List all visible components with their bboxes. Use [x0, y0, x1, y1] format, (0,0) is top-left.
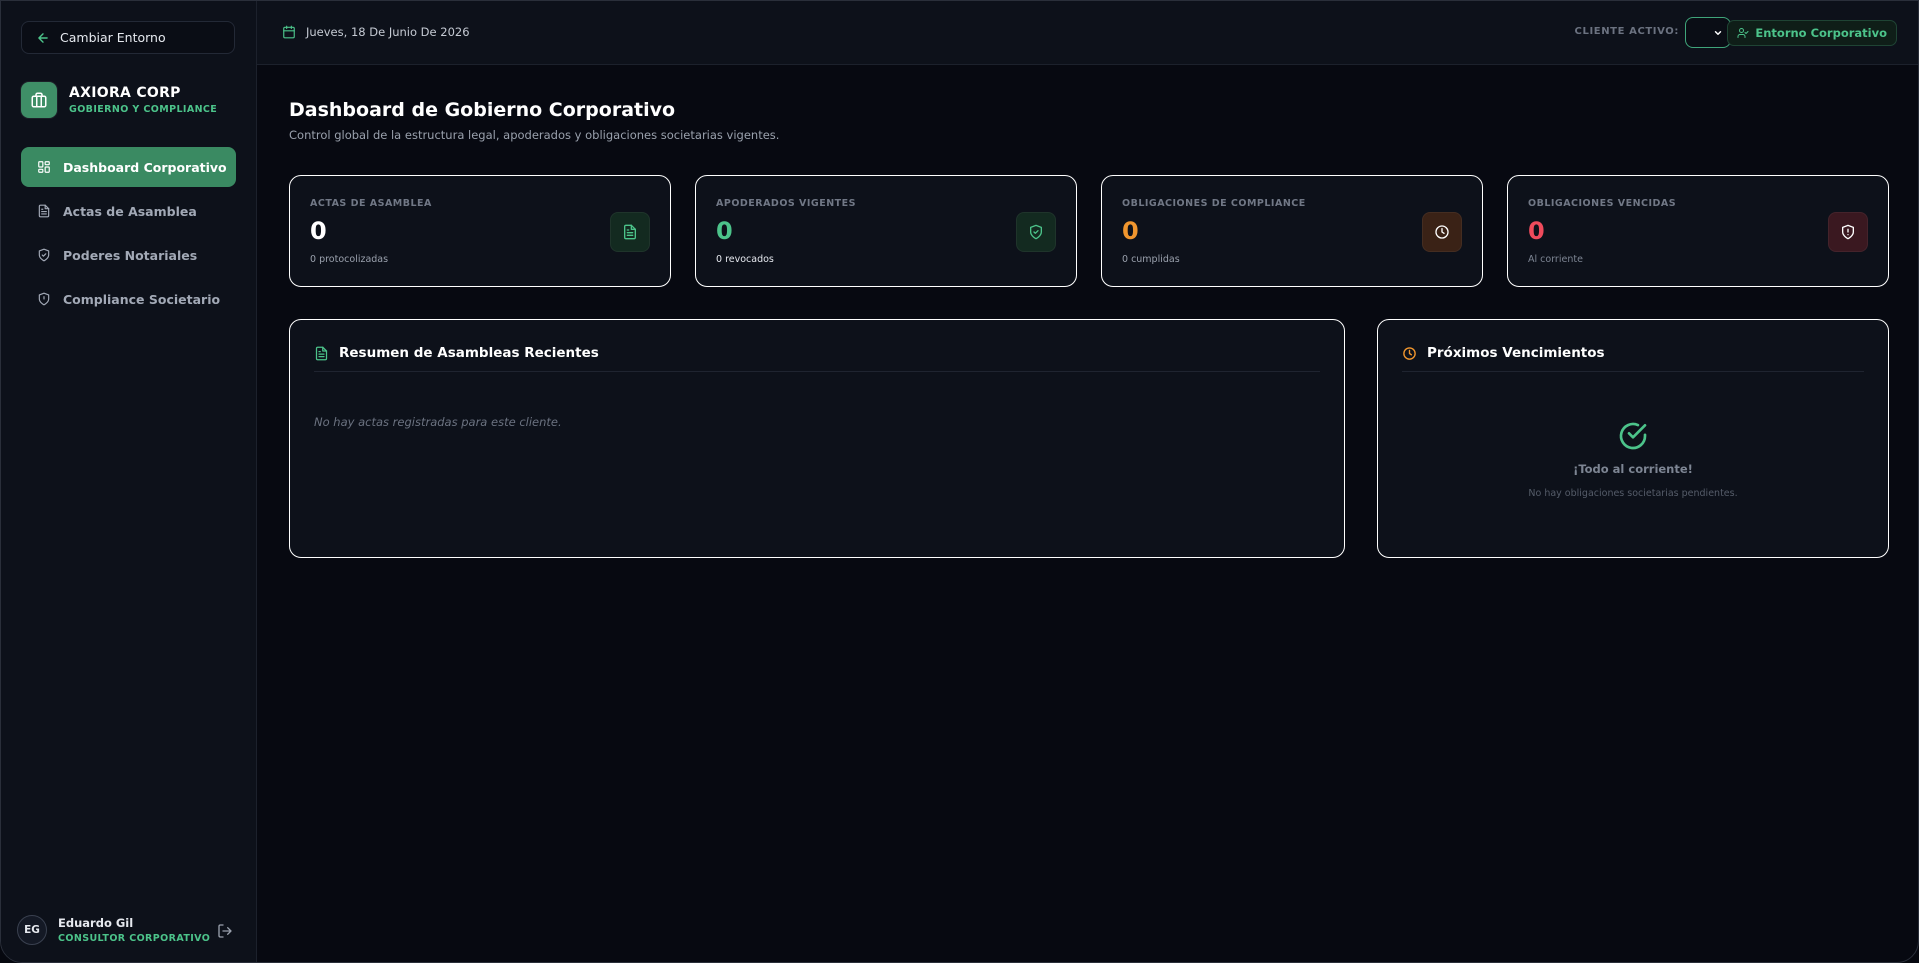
clock-icon [1422, 212, 1462, 252]
stat-subtext: Al corriente [1528, 254, 1583, 265]
user-check-icon [1737, 28, 1749, 38]
change-environment-button[interactable]: Cambiar Entorno [21, 21, 235, 54]
all-clear-subtitle: No hay obligaciones societarias pendient… [1528, 488, 1738, 499]
document-icon [315, 346, 328, 361]
stat-subtext: 0 revocados [716, 254, 774, 265]
stat-label: OBLIGACIONES DE COMPLIANCE [1122, 198, 1306, 209]
brand-name: AXIORA CORP [69, 85, 181, 101]
sidebar-item-poderes[interactable]: Poderes Notariales [21, 235, 236, 275]
page-subtitle: Control global de la estructura legal, a… [289, 128, 780, 142]
empty-state-text: No hay actas registradas para este clien… [314, 415, 562, 429]
environment-label: Entorno Corporativo [1755, 26, 1887, 40]
user-profile[interactable]: EG Eduardo Gil CONSULTOR CORPORATIVO [17, 915, 210, 945]
stat-value: 0 [1122, 217, 1139, 245]
sidebar-nav: Dashboard Corporativo Actas de Asamblea … [21, 147, 236, 323]
clock-icon [1403, 347, 1416, 360]
shield-icon [38, 292, 50, 306]
user-name: Eduardo Gil [58, 916, 134, 930]
stat-card-actas: ACTAS DE ASAMBLEA 0 0 protocolizadas [289, 175, 671, 287]
all-clear-title: ¡Todo al corriente! [1573, 462, 1693, 476]
user-role: CONSULTOR CORPORATIVO [58, 933, 211, 944]
sidebar-item-dashboard[interactable]: Dashboard Corporativo [21, 147, 236, 187]
shield-check-icon [1016, 212, 1056, 252]
client-label: CLIENTE ACTIVO: [1574, 26, 1679, 37]
panel-header: Resumen de Asambleas Recientes [314, 345, 1320, 372]
current-date: Jueves, 18 De Junio De 2026 [282, 25, 470, 39]
shield-alert-icon [1828, 212, 1868, 252]
stat-card-apoderados: APODERADOS VIGENTES 0 0 revocados [695, 175, 1077, 287]
upcoming-deadlines-panel: Próximos Vencimientos ¡Todo al corriente… [1377, 319, 1889, 558]
stat-value: 0 [716, 217, 733, 245]
stat-label: APODERADOS VIGENTES [716, 198, 856, 209]
stat-label: ACTAS DE ASAMBLEA [310, 198, 432, 209]
stat-value: 0 [310, 217, 327, 245]
environment-badge[interactable]: Entorno Corporativo [1727, 20, 1897, 46]
change-environment-label: Cambiar Entorno [60, 30, 166, 45]
client-select[interactable] [1685, 17, 1731, 48]
check-circle-icon [1619, 422, 1647, 450]
sidebar-item-label: Compliance Societario [63, 291, 221, 307]
stat-card-vencidas: OBLIGACIONES VENCIDAS 0 Al corriente [1507, 175, 1889, 287]
chevron-down-icon [1714, 31, 1722, 35]
dashboard-icon [38, 161, 50, 173]
brand: AXIORA CORP GOBIERNO Y COMPLIANCE [21, 82, 217, 118]
panel-title: Próximos Vencimientos [1427, 345, 1605, 361]
calendar-icon [283, 25, 295, 39]
logout-icon[interactable] [217, 923, 233, 939]
arrow-left-icon [38, 32, 48, 43]
stat-card-obligaciones: OBLIGACIONES DE COMPLIANCE 0 0 cumplidas [1101, 175, 1483, 287]
topbar: Jueves, 18 De Junio De 2026 CLIENTE ACTI… [257, 1, 1918, 65]
panel-title: Resumen de Asambleas Recientes [339, 345, 599, 361]
brand-subtitle: GOBIERNO Y COMPLIANCE [69, 104, 218, 115]
date-text: Jueves, 18 De Junio De 2026 [306, 25, 470, 39]
document-icon [38, 204, 50, 218]
app-window: Cambiar Entorno AXIORA CORP GOBIERNO Y C… [0, 0, 1919, 963]
shield-check-icon [38, 248, 50, 262]
document-icon [610, 212, 650, 252]
panel-header: Próximos Vencimientos [1402, 345, 1864, 372]
stat-label: OBLIGACIONES VENCIDAS [1528, 198, 1677, 209]
page-title: Dashboard de Gobierno Corporativo [289, 99, 676, 121]
sidebar-item-label: Actas de Asamblea [63, 203, 197, 219]
stat-subtext: 0 protocolizadas [310, 254, 389, 265]
stat-value: 0 [1528, 217, 1545, 245]
recent-assemblies-panel: Resumen de Asambleas Recientes No hay ac… [289, 319, 1345, 558]
briefcase-icon [21, 82, 57, 118]
avatar: EG [17, 915, 47, 945]
sidebar-item-actas[interactable]: Actas de Asamblea [21, 191, 236, 231]
sidebar-item-label: Dashboard Corporativo [63, 159, 227, 175]
sidebar-item-label: Poderes Notariales [63, 247, 198, 263]
sidebar: Cambiar Entorno AXIORA CORP GOBIERNO Y C… [1, 1, 257, 962]
stat-subtext: 0 cumplidas [1122, 254, 1180, 265]
sidebar-item-compliance[interactable]: Compliance Societario [21, 279, 236, 319]
